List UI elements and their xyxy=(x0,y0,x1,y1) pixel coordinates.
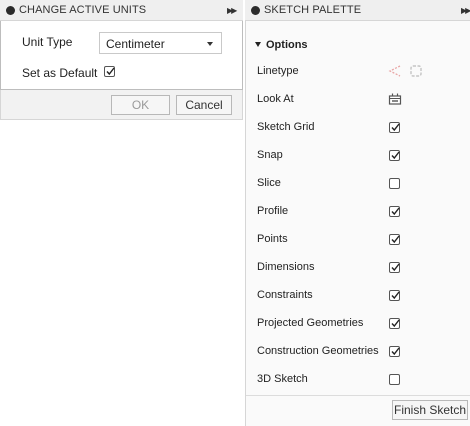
option-row: Constraints xyxy=(246,286,470,306)
finish-sketch-button[interactable]: Finish Sketch xyxy=(392,400,468,420)
centerline-linetype-icon[interactable] xyxy=(409,64,423,81)
option-label: Slice xyxy=(257,177,281,189)
option-row: Dimensions xyxy=(246,258,470,278)
option-label: Constraints xyxy=(257,289,313,301)
option-checkbox[interactable] xyxy=(389,346,400,357)
option-checkbox[interactable] xyxy=(389,234,400,245)
option-row: Snap xyxy=(246,146,470,166)
option-row: 3D Sketch xyxy=(246,370,470,390)
cancel-button[interactable]: Cancel xyxy=(176,95,232,115)
expand-chevron-icon[interactable]: ▶▶ xyxy=(461,0,470,21)
option-row: Projected Geometries xyxy=(246,314,470,334)
option-label: Projected Geometries xyxy=(257,317,364,329)
option-checkbox[interactable] xyxy=(389,150,400,161)
option-label: Construction Geometries xyxy=(257,345,379,357)
option-label: Dimensions xyxy=(257,261,315,273)
footer-divider xyxy=(246,395,470,396)
option-label: Linetype xyxy=(257,65,299,77)
option-checkbox[interactable] xyxy=(389,178,400,189)
option-checkbox[interactable] xyxy=(389,122,400,133)
unit-type-dropdown[interactable]: Centimeter xyxy=(99,32,222,54)
option-row: Linetype xyxy=(246,62,470,82)
option-checkbox[interactable] xyxy=(389,262,400,273)
unit-type-label: Unit Type xyxy=(22,35,73,49)
option-label: Look At xyxy=(257,93,294,105)
units-dialog-footer: OK Cancel xyxy=(0,90,243,120)
sketch-palette-header[interactable]: SKETCH PALETTE ▶▶ xyxy=(245,0,470,21)
expand-chevron-icon[interactable]: ▶▶ xyxy=(227,0,237,21)
option-row: Profile xyxy=(246,202,470,222)
option-row: Construction Geometries xyxy=(246,342,470,362)
unit-type-value: Centimeter xyxy=(106,37,165,51)
option-label: Profile xyxy=(257,205,289,217)
panel-dot-icon xyxy=(6,5,15,15)
option-label: Points xyxy=(257,233,288,245)
option-checkbox[interactable] xyxy=(389,206,400,217)
units-dialog-body: Unit Type Centimeter Set as Default xyxy=(0,21,243,90)
set-default-checkbox[interactable] xyxy=(104,66,115,77)
option-row: Points xyxy=(246,230,470,250)
option-row: Look At xyxy=(246,90,470,110)
sketch-palette-body: Options Linetype Look At Sketch Grid Snap Sl… xyxy=(245,21,470,426)
chevron-down-icon xyxy=(207,42,213,46)
construction-linetype-icon[interactable] xyxy=(388,64,402,81)
option-label: Sketch Grid xyxy=(257,121,315,133)
option-label: Snap xyxy=(257,149,283,161)
option-checkbox[interactable] xyxy=(389,318,400,329)
sketch-palette-title: SKETCH PALETTE xyxy=(264,4,362,16)
caret-down-icon xyxy=(255,42,261,47)
ok-button[interactable]: OK xyxy=(111,95,170,115)
set-default-label: Set as Default xyxy=(22,66,98,80)
option-row: Sketch Grid xyxy=(246,118,470,138)
option-checkbox[interactable] xyxy=(389,290,400,301)
units-dialog-title: CHANGE ACTIVE UNITS xyxy=(19,4,147,16)
look-at-icon[interactable] xyxy=(388,92,402,109)
option-checkbox[interactable] xyxy=(389,374,400,385)
option-label: 3D Sketch xyxy=(257,373,308,385)
units-dialog-header[interactable]: CHANGE ACTIVE UNITS ▶▶ xyxy=(0,0,243,21)
options-section-toggle[interactable]: Options xyxy=(255,39,308,51)
option-row: Slice xyxy=(246,174,470,194)
panel-dot-icon xyxy=(251,5,260,15)
options-label: Options xyxy=(266,39,308,51)
